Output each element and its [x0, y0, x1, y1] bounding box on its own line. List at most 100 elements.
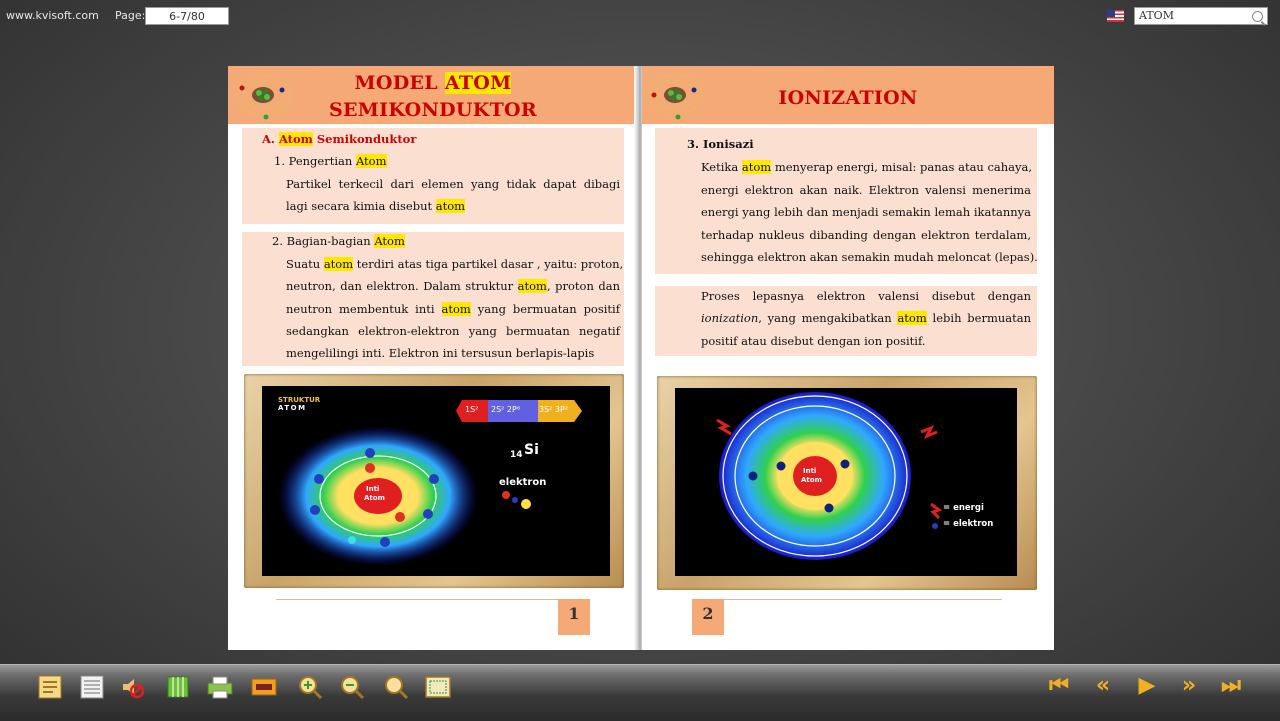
text: , yang mengakibatkan — [758, 311, 898, 325]
last-page-icon[interactable]: ⏭ — [1218, 675, 1244, 697]
config-2s2p: 2S² 2P⁶ — [491, 405, 521, 414]
first-page-icon[interactable]: ⏮ — [1046, 675, 1072, 697]
text: , proton dan — [546, 279, 620, 293]
paragraph-line: Ketika atom menyerap energi, misal: pana… — [701, 160, 1033, 174]
paragraph-line: Proses lepasnya elektron valensi disebut… — [701, 289, 1031, 303]
text: Ketika — [701, 160, 742, 174]
ionization-diagram — [716, 392, 943, 560]
paragraph-line: energi elektron akan naik. Elektron vale… — [701, 183, 1031, 197]
legend-energi: = energi — [943, 503, 984, 513]
highlight: atom — [435, 199, 466, 213]
previous-page-icon[interactable]: « — [1090, 675, 1116, 697]
heading-rest: Semikonduktor — [312, 132, 417, 146]
paragraph-line: Suatu atom terdiri atas tiga partikel da… — [286, 257, 624, 271]
figure-label-atom: ATOM — [278, 404, 307, 412]
paragraph-line: Partikel terkecil dari elemen yang tidak… — [286, 177, 620, 191]
paragraph-line: mengelilingi inti. Elektron ini tersusun… — [286, 346, 595, 360]
left-page[interactable]: MODEL ATOM SEMIKONDUKTOR A. Atom Semikon… — [228, 66, 638, 650]
right-page-header: IONIZATION — [642, 66, 1054, 124]
search-icon[interactable] — [1252, 11, 1263, 22]
text: 1. Pengertian — [274, 154, 356, 168]
heading-prefix: A. — [262, 132, 279, 146]
text: menyerap energi, misal: panas atau cahay… — [771, 160, 1033, 174]
atom-label: Atom — [364, 494, 385, 502]
site-link[interactable]: www.kvisoft.com — [6, 9, 99, 22]
atom-structure-diagram — [278, 400, 582, 566]
text: lebih bermuatan — [926, 311, 1031, 325]
highlight: atom — [741, 160, 772, 174]
elektron-label: elektron — [499, 477, 547, 488]
search-input[interactable]: ATOM — [1134, 7, 1268, 25]
left-page-header: MODEL ATOM SEMIKONDUKTOR — [228, 66, 638, 124]
highlight: atom — [897, 311, 927, 325]
atom-structure-figure: STRUKTUR ATOM 1S² 2S² 2P⁶ 3S² 3P² 14 Si … — [244, 374, 624, 588]
download-icon[interactable] — [250, 673, 278, 701]
text: neutron, dan elektron. Dalam struktur — [286, 279, 518, 293]
title-highlight: ATOM — [444, 72, 512, 94]
config-1s: 1S² — [465, 405, 479, 414]
italic-term: ionization — [701, 311, 759, 325]
paragraph-line: neutron membentuk inti atom yang bermuat… — [286, 302, 620, 316]
config-3s3p: 3S² 3P² — [539, 405, 569, 414]
paragraph-line: sedangkan elektron-elektron yang bermuat… — [286, 324, 620, 338]
next-page-icon[interactable]: » — [1176, 675, 1202, 697]
highlight: Atom — [355, 154, 387, 168]
text: 2. Bagian-bagian — [272, 234, 375, 248]
paragraph-line: ionization, yang mengakibatkan atom lebi… — [701, 311, 1031, 325]
zoom-in-icon[interactable] — [296, 673, 324, 701]
autoplay-icon[interactable]: ▶ — [1134, 675, 1160, 697]
bottom-toolbar: ⏮ « ▶ » ⏭ — [0, 664, 1280, 721]
search-value: ATOM — [1139, 9, 1174, 22]
paragraph-line: positif atau disebut dengan ion positif. — [701, 334, 926, 348]
page-number-input[interactable]: 6-7/80 — [145, 7, 229, 25]
top-bar: www.kvisoft.com Page: 6-7/80 ATOM — [0, 0, 1280, 34]
paragraph-line: sehingga elektron akan semakin mudah mel… — [701, 250, 1038, 264]
figure-canvas: STRUKTUR ATOM 1S² 2S² 2P⁶ 3S² 3P² 14 Si … — [262, 386, 610, 576]
text: terdiri atas tiga partikel dasar , yaitu… — [353, 257, 624, 271]
ionisasi-box: 3. Ionisazi Ketika atom menyerap energi,… — [655, 128, 1038, 274]
fullscreen-icon[interactable] — [424, 673, 452, 701]
highlight: Atom — [374, 234, 405, 248]
subsection-1-heading: 1. Pengertian Atom — [274, 154, 387, 168]
sound-off-icon[interactable] — [118, 673, 146, 701]
share-icon[interactable] — [164, 673, 192, 701]
search-icon[interactable] — [382, 673, 410, 701]
title-text: MODEL — [354, 72, 445, 94]
ionization-box: Proses lepasnya elektron valensi disebut… — [655, 286, 1037, 356]
page-number: 1 — [558, 599, 590, 635]
text: lagi secara kimia disebut — [286, 199, 436, 213]
text: yang bermuatan positif — [470, 302, 620, 316]
paragraph-line: energi yang lebih dan menjadi semakin le… — [701, 205, 1031, 219]
heading-highlight: Atom — [278, 132, 313, 146]
text: neutron membentuk inti — [286, 302, 442, 316]
highlight: atom — [441, 302, 471, 316]
inti-label: Inti — [803, 467, 817, 475]
zoom-out-icon[interactable] — [338, 673, 366, 701]
legend-elektron: = elektron — [943, 519, 994, 529]
paragraph-line: lagi secara kimia disebut atom — [286, 199, 466, 213]
flipbook[interactable]: MODEL ATOM SEMIKONDUKTOR A. Atom Semikon… — [228, 66, 1054, 650]
print-icon[interactable] — [206, 673, 234, 701]
paragraph-line: terhadap nukleus dibanding dengan elektr… — [701, 228, 1031, 242]
section-2-box: 2. Bagian-bagian Atom Suatu atom terdiri… — [242, 232, 624, 366]
paragraph-line: neutron, dan elektron. Dalam struktur at… — [286, 279, 620, 293]
figure-canvas: Inti Atom = energi = elektron — [675, 388, 1017, 576]
section-a-heading: A. Atom Semikonduktor — [262, 132, 416, 146]
ionization-figure: Inti Atom = energi = elektron — [657, 376, 1037, 590]
inti-label: Inti — [366, 485, 380, 493]
footer-rule — [276, 599, 590, 600]
atom-label: Atom — [801, 476, 822, 484]
si-symbol: Si — [524, 442, 539, 458]
text: Suatu — [286, 257, 324, 271]
subsection-2-heading: 2. Bagian-bagian Atom — [272, 234, 405, 248]
left-page-title: MODEL ATOM — [228, 72, 638, 94]
table-of-contents-icon[interactable] — [36, 673, 64, 701]
page-label: Page: — [115, 9, 146, 22]
right-page[interactable]: IONIZATION 3. Ionisazi Ketika atom menye… — [642, 66, 1054, 650]
right-page-title: IONIZATION — [778, 87, 918, 109]
figure-label-struktur: STRUKTUR — [278, 396, 321, 404]
footer-rule — [692, 599, 1002, 600]
thumbnails-icon[interactable] — [78, 673, 106, 701]
section-a-box: A. Atom Semikonduktor 1. Pengertian Atom… — [242, 128, 624, 224]
us-flag-icon[interactable] — [1107, 10, 1124, 22]
